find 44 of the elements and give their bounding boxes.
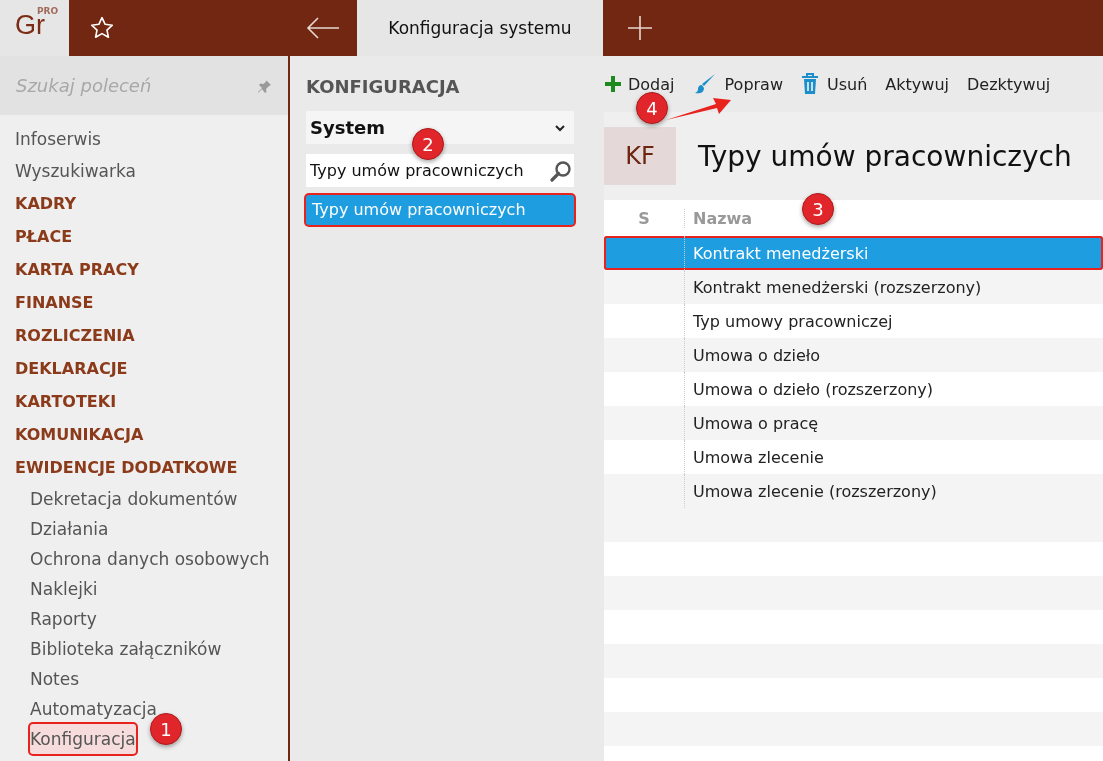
- sidebar-item[interactable]: Ochrona danych osobowych: [30, 544, 270, 574]
- sidebar-item[interactable]: KADRY: [15, 187, 77, 220]
- table-row[interactable]: Umowa o dzieło: [604, 338, 1103, 372]
- table-row[interactable]: Kontrakt menedżerski (rozszerzony): [604, 270, 1103, 304]
- sidebar-item[interactable]: Naklejki: [30, 574, 98, 604]
- sidebar-item[interactable]: Działania: [30, 514, 109, 544]
- sidebar-item[interactable]: Biblioteka załączników: [30, 634, 222, 664]
- pro-label: PRO: [37, 6, 59, 16]
- sidebar-item[interactable]: KARTA PRACY: [15, 253, 139, 286]
- back-arrow-icon[interactable]: [306, 17, 340, 39]
- module-badge: KF: [604, 127, 676, 185]
- callout-badge: 4: [636, 92, 668, 124]
- star-icon[interactable]: [89, 15, 115, 41]
- sidebar-item[interactable]: PŁACE: [15, 220, 73, 253]
- sidebar-item[interactable]: DEKLARACJE: [15, 352, 128, 385]
- chevron-down-icon: [554, 123, 566, 132]
- search-icon[interactable]: [550, 159, 572, 182]
- sidebar-item[interactable]: Notes: [30, 664, 80, 694]
- sidebar-item[interactable]: ROZLICZENIA: [15, 319, 135, 352]
- toolbar-button[interactable]: Dezktywuj: [966, 74, 1051, 94]
- plus-icon[interactable]: [627, 15, 653, 41]
- table-row[interactable]: Umowa o pracę: [604, 406, 1103, 440]
- sidebar-item[interactable]: Konfiguracja: [30, 724, 136, 754]
- sidebar-item[interactable]: EWIDENCJE DODATKOWE: [15, 451, 238, 484]
- sidebar-item[interactable]: Dekretacja dokumentów: [30, 484, 238, 514]
- sidebar-item[interactable]: Infoserwis: [15, 123, 101, 155]
- toolbar-button[interactable]: Aktywuj: [885, 74, 949, 94]
- section-title: KONFIGURACJA: [306, 76, 461, 97]
- toolbar-button[interactable]: Dodaj: [604, 74, 675, 94]
- filter-box[interactable]: Typy umów pracowniczych: [306, 154, 574, 187]
- search-field[interactable]: Szukaj poleceń: [16, 75, 250, 96]
- table-row[interactable]: Umowa zlecenie (rozszerzony): [604, 474, 1103, 508]
- page-title: Typy umów pracowniczych: [698, 139, 1072, 173]
- sidebar-item[interactable]: FINANSE: [15, 286, 94, 319]
- trash-icon: [801, 73, 819, 95]
- search-bar[interactable]: Szukaj poleceń: [0, 56, 288, 115]
- sidebar-item[interactable]: KOMUNIKACJA: [15, 418, 144, 451]
- sidebar-item[interactable]: Wyszukiwarka: [15, 155, 136, 187]
- toolbar-button[interactable]: Popraw: [692, 72, 783, 96]
- toolbar-button[interactable]: Usuń: [801, 73, 868, 95]
- plus-icon: [604, 75, 622, 93]
- tab[interactable]: Konfiguracja systemu: [357, 0, 603, 56]
- sidebar-item[interactable]: Raporty: [30, 604, 97, 634]
- sidebar-item[interactable]: KARTOTEKI: [15, 385, 117, 418]
